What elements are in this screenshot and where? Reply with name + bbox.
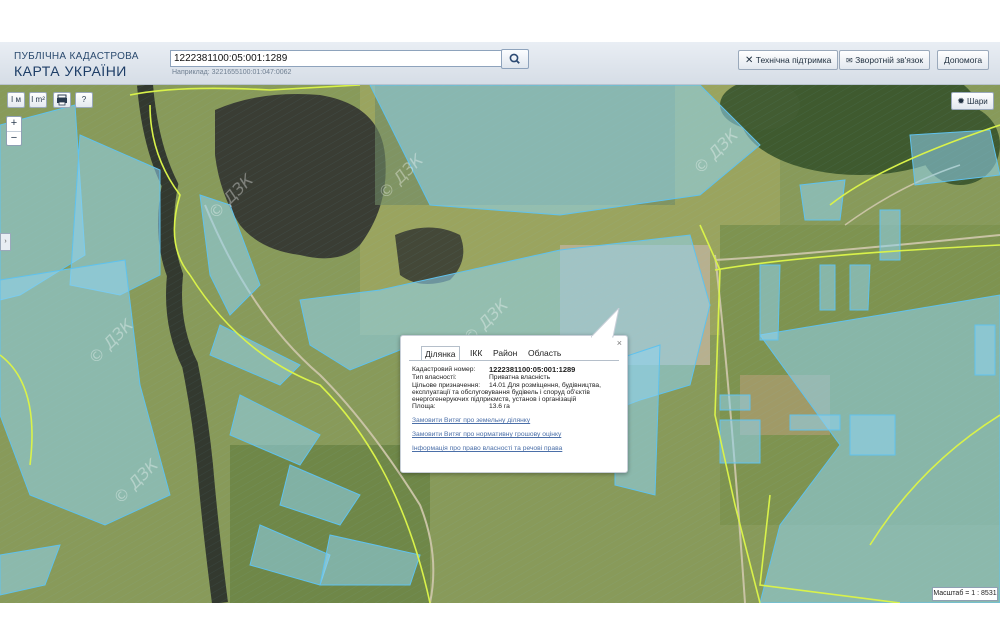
logo-line2: КАРТА УКРАЇНИ bbox=[14, 63, 127, 79]
tab-district[interactable]: Район bbox=[493, 346, 517, 360]
logo-line1: ПУБЛІЧНА КАДАСТРОВА bbox=[14, 51, 139, 62]
print-button[interactable] bbox=[53, 92, 71, 108]
tab-divider bbox=[409, 360, 619, 361]
ownership-value: Приватна власність bbox=[489, 374, 551, 381]
parcel-info-popup: × Ділянка ІКК Район Область Кадастровий … bbox=[400, 308, 628, 473]
tab-ikk[interactable]: ІКК bbox=[470, 346, 482, 360]
gear-icon: ✹ bbox=[957, 96, 965, 106]
zoom-in-button[interactable]: + bbox=[7, 117, 21, 131]
zoom-out-button[interactable]: − bbox=[7, 131, 21, 146]
map-view[interactable]: © ДЗК © ДЗК © ДЗК © ДЗК © ДЗК © ДЗК I м … bbox=[0, 85, 1000, 603]
purpose-value-line1: 14.01 Для розміщення, будівництва, bbox=[489, 382, 602, 389]
help-button-label: Допомога bbox=[944, 55, 983, 65]
search-input[interactable]: 1222381100:05:001:1289 bbox=[170, 50, 504, 67]
order-valuation-extract-link[interactable]: Замовити Витяг про нормативну грошову оц… bbox=[412, 431, 561, 438]
purpose-value-line3: енергогенеруючих підприємств, установ і … bbox=[412, 396, 577, 403]
area-label: Площа: bbox=[412, 403, 436, 410]
search-icon bbox=[509, 53, 520, 64]
identify-tool[interactable]: ? bbox=[75, 92, 93, 108]
purpose-value-line2: експлуатації та обслуговування будівель … bbox=[412, 389, 590, 396]
tab-parcel[interactable]: Ділянка bbox=[421, 346, 460, 361]
map-scale: Масштаб = 1 : 8531 bbox=[932, 587, 998, 601]
feedback-button-label: Зворотній зв'язок bbox=[855, 55, 924, 65]
help-button[interactable]: Допомога bbox=[937, 50, 990, 70]
order-parcel-extract-link[interactable]: Замовити Витяг про земельну ділянку bbox=[412, 417, 530, 424]
cadastral-number-label: Кадастровий номер: bbox=[412, 366, 476, 373]
pointer-help-icon: ? bbox=[81, 95, 87, 104]
tools-icon: ✕ bbox=[745, 55, 754, 66]
popup-pointer bbox=[591, 308, 620, 338]
zoom-control: + − bbox=[6, 116, 22, 146]
side-panel-toggle[interactable]: › bbox=[0, 233, 11, 251]
search-button[interactable] bbox=[501, 49, 529, 69]
area-value: 13.6 га bbox=[489, 403, 510, 410]
search-hint: Наприклад: 3221655100:01:047:0062 bbox=[172, 69, 292, 76]
layers-button[interactable]: ✹ Шари bbox=[951, 92, 994, 110]
close-popup-button[interactable]: × bbox=[617, 338, 622, 348]
mail-icon: ✉ bbox=[846, 56, 853, 65]
print-icon bbox=[57, 94, 67, 106]
support-button[interactable]: ✕ Технічна підтримка bbox=[738, 50, 839, 70]
support-button-label: Технічна підтримка bbox=[755, 55, 832, 65]
feedback-button[interactable]: ✉ Зворотній зв'язок bbox=[839, 50, 931, 70]
cadastral-number-value: 1222381100:05:001:1289 bbox=[489, 365, 576, 374]
tab-region[interactable]: Область bbox=[528, 346, 561, 360]
measure-length-tool[interactable]: I м bbox=[7, 92, 25, 108]
ownership-info-link[interactable]: Інформація про право власності та речові… bbox=[412, 445, 562, 452]
app-header: ПУБЛІЧНА КАДАСТРОВА КАРТА УКРАЇНИ 122238… bbox=[0, 42, 1000, 85]
purpose-label: Цільове призначення: bbox=[412, 382, 481, 389]
ownership-label: Тип власності: bbox=[412, 374, 457, 381]
layers-button-label: Шари bbox=[967, 97, 988, 106]
measure-area-tool[interactable]: I m² bbox=[29, 92, 47, 108]
